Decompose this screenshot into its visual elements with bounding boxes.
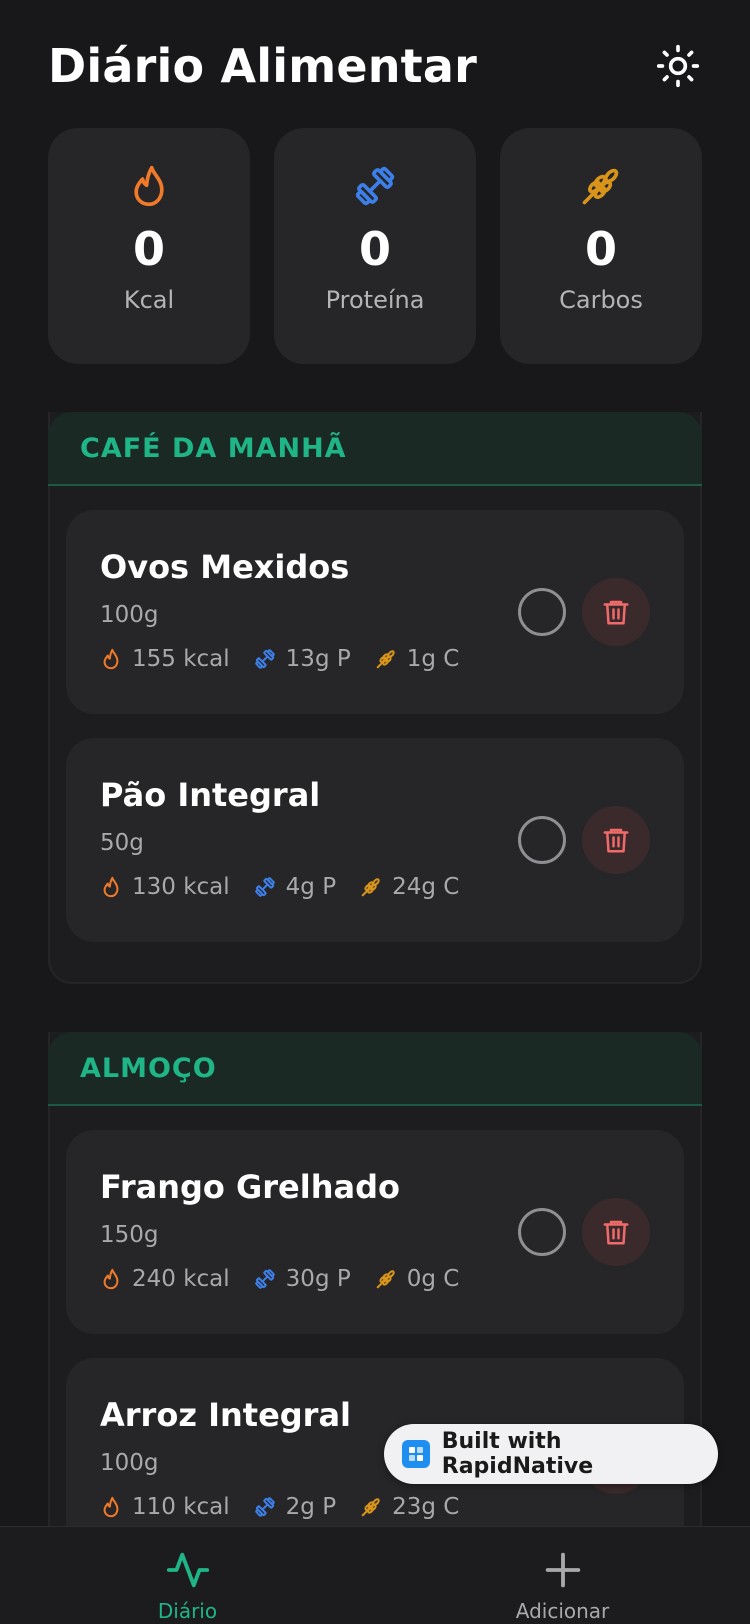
flame-icon bbox=[103, 648, 119, 670]
macro-carbs-value: 23g C bbox=[392, 1494, 460, 1520]
food-name: Arroz Integral bbox=[100, 1396, 352, 1434]
tab-label: Diário bbox=[157, 1599, 218, 1623]
rapidnative-logo-icon bbox=[402, 1440, 430, 1468]
meal-title: ALMOÇO bbox=[80, 1052, 217, 1084]
macro-protein-value: 30g P bbox=[285, 1266, 351, 1292]
trash-icon bbox=[603, 828, 629, 853]
plus-icon bbox=[545, 1552, 580, 1588]
delete-button[interactable] bbox=[582, 806, 650, 874]
macro-protein: 2g P bbox=[254, 1494, 336, 1520]
wheat-icon bbox=[361, 878, 380, 897]
delete-button[interactable] bbox=[582, 1198, 650, 1266]
meal-header: CAFÉ DA MANHÃ bbox=[48, 412, 702, 486]
food-macros: 155 kcal 13g P 1g C bbox=[100, 646, 483, 672]
macro-carbs-value: 1g C bbox=[406, 646, 460, 672]
page-title: Diário Alimentar bbox=[48, 39, 477, 93]
wheat-icon bbox=[376, 650, 395, 669]
food-quantity: 150g bbox=[100, 1222, 159, 1248]
macro-carbs: 1g C bbox=[375, 646, 460, 672]
activity-icon bbox=[166, 1552, 209, 1588]
macro-kcal: 240 kcal bbox=[100, 1266, 230, 1292]
macro-protein: 13g P bbox=[254, 646, 351, 672]
stat-label-kcal: Kcal bbox=[123, 286, 175, 314]
stat-value-carbs: 0 bbox=[584, 222, 617, 276]
macro-protein-value: 13g P bbox=[285, 646, 351, 672]
macro-kcal-value: 155 kcal bbox=[132, 646, 230, 672]
food-item[interactable]: Ovos Mexidos 100g 155 kcal 13g P 1g C bbox=[66, 510, 684, 714]
wheat-icon bbox=[361, 1498, 380, 1517]
food-item[interactable]: Pão Integral 50g 130 kcal 4g P 24g C bbox=[66, 738, 684, 942]
food-quantity: 100g bbox=[100, 602, 159, 628]
food-item[interactable]: Frango Grelhado 150g 240 kcal 30g P 0g C bbox=[66, 1130, 684, 1334]
stat-card-carbs: 0 Carbos bbox=[500, 128, 702, 364]
flame-icon bbox=[134, 165, 164, 207]
dumbbell-icon bbox=[254, 649, 275, 669]
macro-carbs: 23g C bbox=[360, 1494, 459, 1520]
trash-icon bbox=[603, 600, 629, 625]
dumbbell-icon bbox=[254, 877, 275, 897]
built-with-badge[interactable]: Built with RapidNative bbox=[384, 1424, 718, 1484]
flame-icon bbox=[103, 1496, 119, 1518]
stat-card-protein: 0 Proteína bbox=[274, 128, 476, 364]
food-macros: 130 kcal 4g P 24g C bbox=[100, 874, 483, 900]
tab-diario[interactable]: Diário bbox=[0, 1527, 375, 1624]
wheat-icon bbox=[582, 168, 619, 205]
flame-icon bbox=[103, 876, 119, 898]
food-name: Frango Grelhado bbox=[100, 1168, 400, 1206]
meal-title: CAFÉ DA MANHÃ bbox=[80, 432, 347, 464]
stat-value-kcal: 0 bbox=[132, 222, 165, 276]
sun-icon bbox=[656, 44, 700, 88]
tab-label: Adicionar bbox=[515, 1599, 610, 1623]
complete-checkbox[interactable] bbox=[518, 816, 566, 864]
macro-protein-value: 2g P bbox=[285, 1494, 337, 1520]
complete-checkbox[interactable] bbox=[518, 1208, 566, 1256]
macro-protein: 30g P bbox=[254, 1266, 351, 1292]
tab-adicionar[interactable]: Adicionar bbox=[375, 1527, 750, 1624]
meal-header: ALMOÇO bbox=[48, 1032, 702, 1106]
macro-carbs: 0g C bbox=[375, 1266, 460, 1292]
macro-kcal: 155 kcal bbox=[100, 646, 230, 672]
bottom-tab-bar: Diário Adicionar bbox=[0, 1526, 750, 1624]
macro-kcal: 130 kcal bbox=[100, 874, 230, 900]
macro-kcal: 110 kcal bbox=[100, 1494, 230, 1520]
stat-value-protein: 0 bbox=[358, 222, 391, 276]
app-screen: Diário Alimentar 0 Kcal 0 Proteína 0 Car… bbox=[0, 0, 750, 1624]
complete-checkbox[interactable] bbox=[518, 588, 566, 636]
stat-label-carbs: Carbos bbox=[559, 286, 643, 314]
macro-carbs: 24g C bbox=[360, 874, 459, 900]
header: Diário Alimentar bbox=[48, 34, 702, 98]
macro-carbs-value: 0g C bbox=[406, 1266, 460, 1292]
food-macros: 240 kcal 30g P 0g C bbox=[100, 1266, 483, 1292]
delete-button[interactable] bbox=[582, 578, 650, 646]
macro-carbs-value: 24g C bbox=[392, 874, 460, 900]
food-macros: 110 kcal 2g P 23g C bbox=[100, 1494, 483, 1520]
trash-icon bbox=[603, 1220, 629, 1245]
badge-text: Built with RapidNative bbox=[441, 1429, 594, 1479]
food-quantity: 100g bbox=[100, 1450, 159, 1476]
meal-section-breakfast: CAFÉ DA MANHÃ Ovos Mexidos 100g 155 kcal… bbox=[48, 412, 702, 984]
food-name: Ovos Mexidos bbox=[100, 548, 350, 586]
macro-kcal-value: 110 kcal bbox=[132, 1494, 230, 1520]
macro-protein: 4g P bbox=[254, 874, 336, 900]
food-name: Pão Integral bbox=[100, 776, 321, 814]
dumbbell-icon bbox=[355, 166, 395, 206]
dumbbell-icon bbox=[254, 1269, 275, 1289]
wheat-icon bbox=[376, 1270, 395, 1289]
theme-toggle-button[interactable] bbox=[654, 42, 702, 90]
macro-kcal-value: 240 kcal bbox=[132, 1266, 230, 1292]
macro-kcal-value: 130 kcal bbox=[132, 874, 230, 900]
summary-stats: 0 Kcal 0 Proteína 0 Carbos bbox=[48, 128, 702, 364]
flame-icon bbox=[103, 1268, 119, 1290]
dumbbell-icon bbox=[254, 1497, 275, 1517]
stat-label-protein: Proteína bbox=[325, 286, 425, 314]
macro-protein-value: 4g P bbox=[285, 874, 337, 900]
stat-card-kcal: 0 Kcal bbox=[48, 128, 250, 364]
food-quantity: 50g bbox=[100, 830, 144, 856]
